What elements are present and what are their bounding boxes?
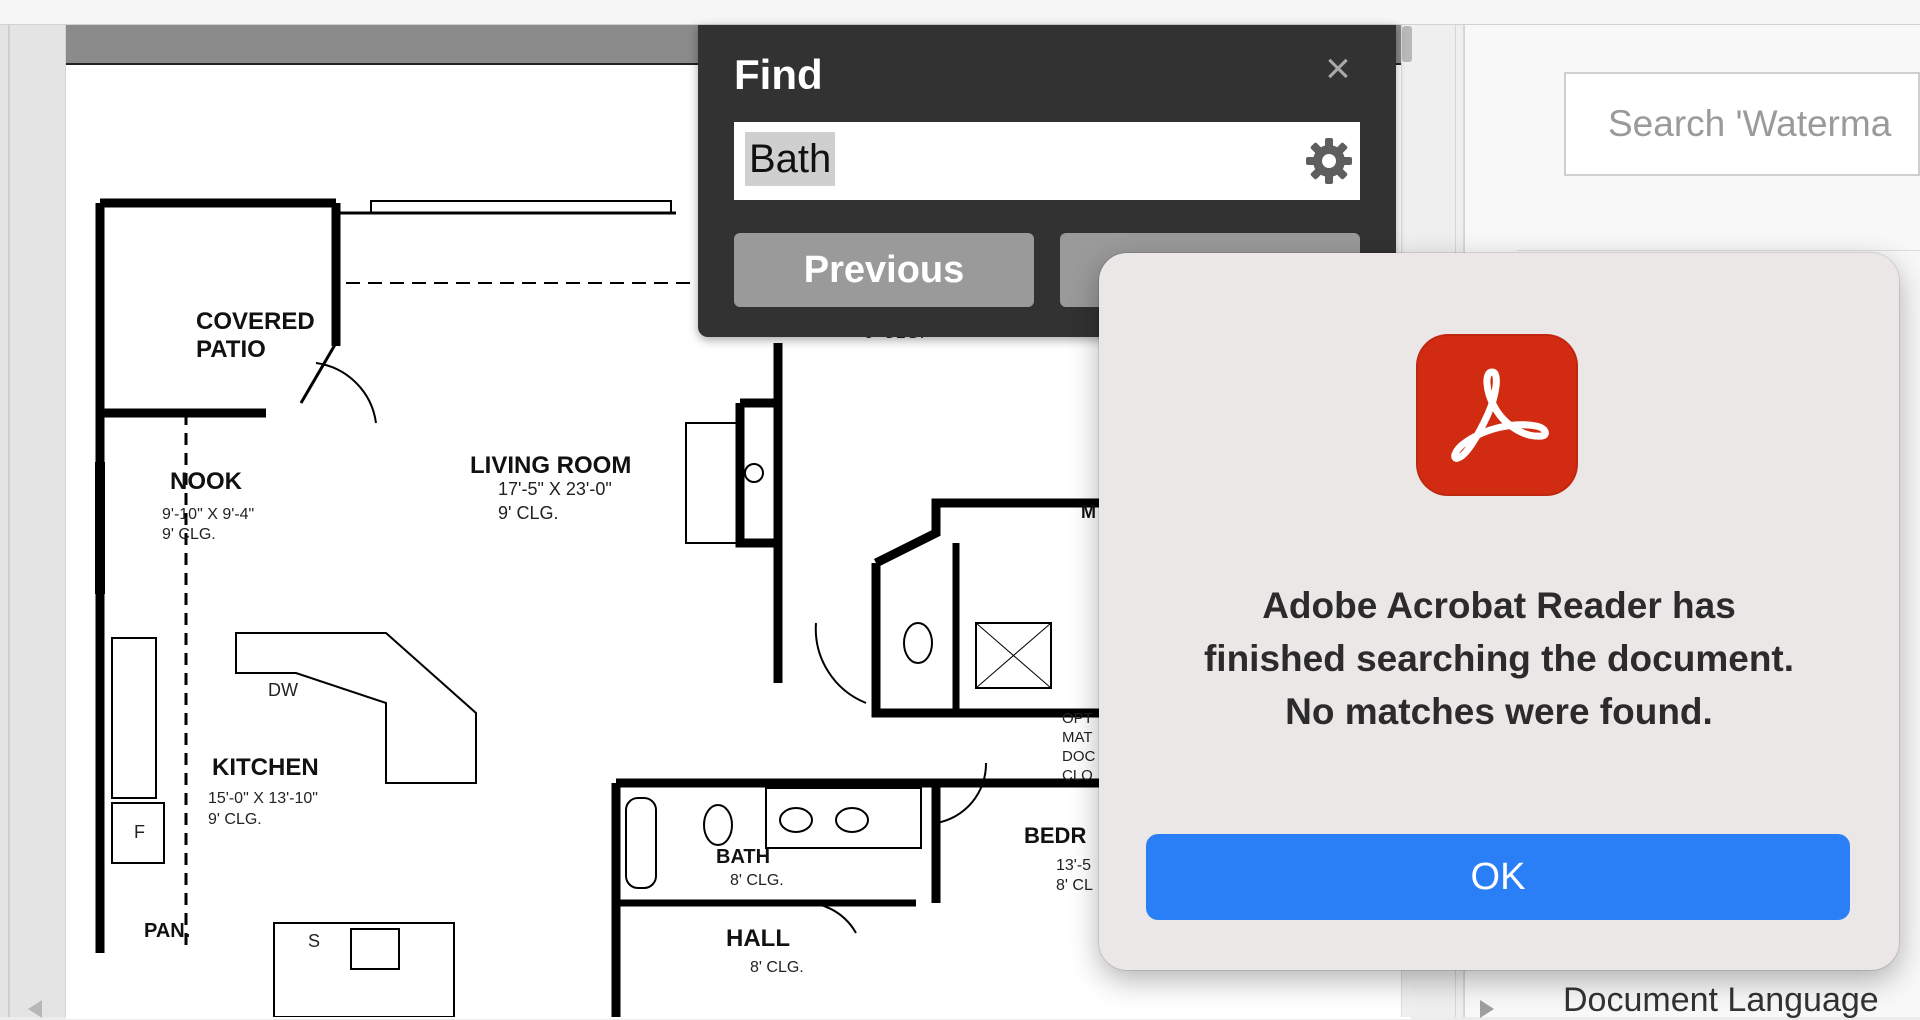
room-label: M <box>1081 502 1096 522</box>
room-ceiling: 8' CLG. <box>730 872 784 889</box>
acrobat-reader-icon <box>1416 334 1578 496</box>
cooktop <box>350 928 400 970</box>
room-dimension: 17'-5" X 23'-0" <box>498 479 612 499</box>
ok-button[interactable]: OK <box>1146 834 1850 920</box>
find-search-input[interactable]: Bath <box>734 122 1360 200</box>
panel-search-placeholder: Search 'Waterma <box>1608 103 1892 144</box>
sink-2 <box>835 807 869 833</box>
door-swing-1 <box>814 622 867 704</box>
vanity <box>765 787 922 849</box>
room-dimension: 13'-5 <box>1056 857 1091 874</box>
left-gutter-edge <box>8 25 10 1017</box>
room-label: PAN. <box>144 920 190 942</box>
room-label: LIVING ROOM <box>470 452 631 479</box>
panel-search-input[interactable]: Search 'Waterma <box>1564 72 1920 176</box>
top-toolbar <box>0 0 1920 25</box>
left-gutter <box>0 25 66 1017</box>
kitchen-pantry-counter <box>111 637 157 799</box>
door-swing-2 <box>935 762 988 824</box>
scroll-left-arrow-icon[interactable] <box>28 1000 42 1018</box>
scrollbar-thumb[interactable] <box>1402 26 1412 62</box>
wall-master-north <box>873 498 1106 568</box>
previous-button[interactable]: Previous <box>734 233 1034 307</box>
note-label: DOC <box>1062 748 1096 765</box>
fireplace-hearth <box>685 422 741 544</box>
bathtub <box>625 797 657 889</box>
note-label: OPT <box>1062 710 1093 727</box>
panel-bottom-label: Document Language <box>1563 981 1879 1019</box>
note-label: MAT <box>1062 729 1093 746</box>
room-label: NOOK <box>170 468 243 495</box>
room-dimension: 9'-10" X 9'-4" <box>162 506 254 523</box>
room-ceiling: 8' CL <box>1056 877 1093 894</box>
room-ceiling: 9' CLG. <box>498 503 558 523</box>
room-dimension: 15'-0" X 13'-10" <box>208 790 318 807</box>
shower-x <box>975 622 1052 689</box>
toilet-bath <box>703 804 733 846</box>
room-label: COVERED <box>196 308 315 335</box>
note-label: CLO <box>1062 767 1093 784</box>
appliance-label: DW <box>268 680 298 700</box>
close-icon[interactable]: × <box>1312 43 1364 95</box>
room-label: PATIO <box>196 336 266 363</box>
appliance-label: F <box>134 822 145 842</box>
patio-door-swing <box>315 362 377 424</box>
dialog-message: Adobe Acrobat Reader has finished search… <box>1203 585 1795 732</box>
room-ceiling: 8' CLG. <box>750 959 804 976</box>
door-swing-3 <box>795 901 857 934</box>
window-north <box>370 200 672 214</box>
room-label: HALL <box>726 925 790 952</box>
room-label: BEDR <box>1024 823 1086 848</box>
find-query-text: Bath <box>745 132 836 186</box>
panel-separator <box>1517 250 1920 251</box>
wall-master-south <box>871 563 1106 718</box>
search-complete-dialog: Adobe Acrobat Reader has finished search… <box>1099 253 1899 970</box>
patio-door-jamb <box>299 342 338 404</box>
room-label: KITCHEN <box>212 754 319 781</box>
room-ceiling: 9' CLG. <box>162 526 216 543</box>
fireplace-circle <box>744 463 764 483</box>
toilet-master <box>903 622 933 664</box>
find-title: Find <box>734 51 823 98</box>
gear-icon[interactable] <box>1304 136 1354 186</box>
room-ceiling: 9' CLG. <box>208 811 262 828</box>
appliance-label: S <box>308 931 320 951</box>
sink-1 <box>779 807 813 833</box>
room-label: BATH <box>716 846 770 868</box>
expand-panel-arrow-icon[interactable] <box>1480 1000 1494 1018</box>
